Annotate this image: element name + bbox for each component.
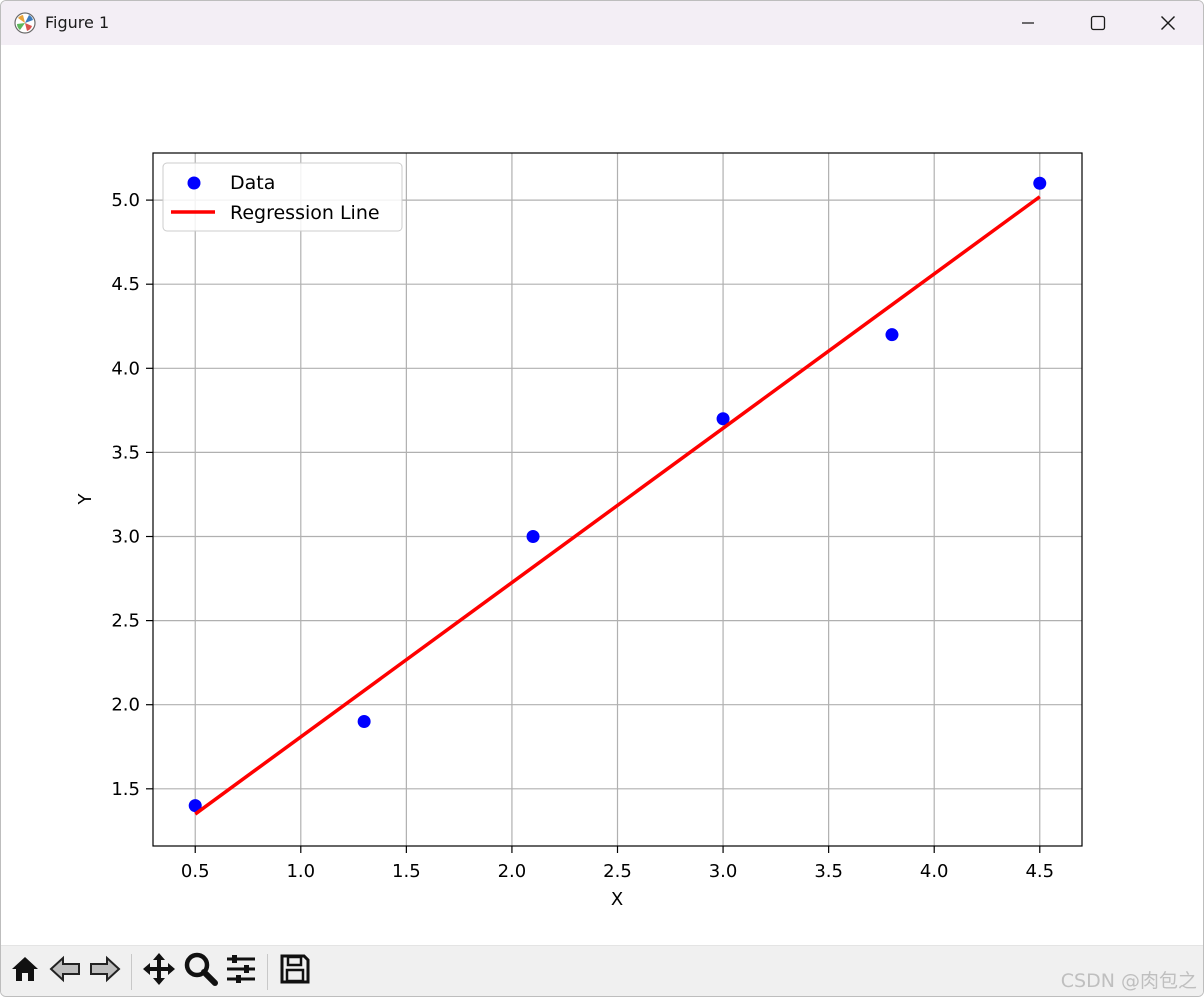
zoom-icon [184,952,218,990]
data-point [1033,176,1047,190]
x-axis-ticks: 0.5 1.0 1.5 2.0 2.5 3.0 3.5 4.0 4.5 [181,846,1054,882]
x-tick-label: 3.5 [814,861,843,882]
zoom-button[interactable] [183,952,219,990]
window-title: Figure 1 [45,13,110,32]
save-icon [279,953,311,989]
x-tick-label: 3.0 [709,861,738,882]
y-tick-label: 2.0 [111,695,140,716]
minimize-icon [1021,16,1035,30]
pan-button[interactable] [141,953,177,989]
y-tick-label: 5.0 [111,190,140,211]
toolbar-separator [131,954,132,990]
y-tick-label: 3.5 [111,442,140,463]
home-button[interactable] [7,953,43,989]
home-icon [9,953,41,989]
move-icon [142,952,176,990]
x-tick-label: 2.0 [498,861,527,882]
legend-regression-line-label: Regression Line [230,202,380,224]
x-tick-label: 1.5 [392,861,421,882]
sliders-icon [224,952,258,990]
maximize-icon [1090,15,1106,31]
y-tick-label: 2.5 [111,611,140,632]
x-tick-label: 2.5 [603,861,632,882]
x-axis-label: X [611,889,623,910]
save-button[interactable] [277,953,313,989]
maximize-button[interactable] [1063,1,1133,45]
x-tick-label: 0.5 [181,861,210,882]
figure-canvas[interactable]: 0.5 1.0 1.5 2.0 2.5 3.0 3.5 4.0 4.5 1.5 2.0 2.5 3.0… [1,45,1203,945]
y-axis-label: Y [75,493,96,506]
y-axis-ticks: 1.5 2.0 2.5 3.0 3.5 4.0 4.5 5.0 [111,190,153,800]
x-tick-label: 4.0 [920,861,949,882]
close-button[interactable] [1133,1,1203,45]
y-tick-label: 3.0 [111,527,140,548]
close-icon [1160,15,1176,31]
configure-subplots-button[interactable] [223,953,259,989]
legend: Data Regression Line [162,162,403,232]
data-point [357,715,371,729]
navigation-toolbar: CSDN @肉包之 [1,945,1203,996]
data-point [526,530,540,544]
title-bar: Figure 1 [1,1,1203,45]
back-arrow-icon [49,953,81,989]
toolbar-separator [267,954,268,990]
legend-data-label: Data [230,172,275,194]
x-tick-label: 1.0 [286,861,315,882]
plot-svg: 0.5 1.0 1.5 2.0 2.5 3.0 3.5 4.0 4.5 1.5 2.0 2.5 3.0… [75,152,1083,910]
data-point [885,328,899,342]
y-tick-label: 4.0 [111,358,140,379]
y-tick-label: 1.5 [111,779,140,800]
figure-window: Figure 1 0.5 1.0 1.5 2.0 2.5 3.0 3.5 4.0 4.5 [0,0,1204,997]
back-button[interactable] [47,953,83,989]
forward-arrow-icon [89,953,121,989]
x-tick-label: 4.5 [1025,861,1054,882]
watermark-text: CSDN @肉包之 [1060,970,1197,992]
matplotlib-logo-icon [14,12,36,34]
minimize-button[interactable] [993,1,1063,45]
y-tick-label: 4.5 [111,274,140,295]
legend-data-marker [187,176,201,190]
forward-button[interactable] [87,953,123,989]
